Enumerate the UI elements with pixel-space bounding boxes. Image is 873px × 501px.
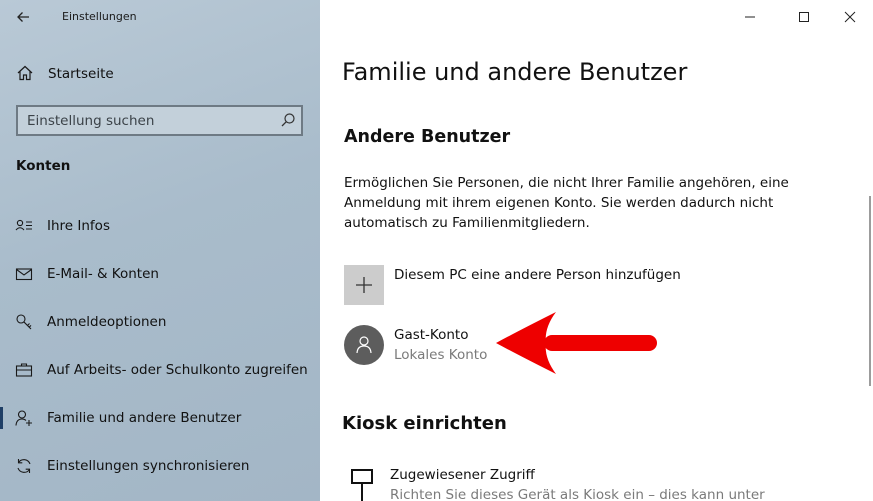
- app-title: Einstellungen: [62, 10, 137, 23]
- sync-icon: [15, 457, 33, 475]
- page-title: Familie und andere Benutzer: [342, 58, 688, 86]
- section-description: Ermöglichen Sie Personen, die nicht Ihre…: [344, 175, 789, 231]
- maximize-icon: [799, 12, 809, 22]
- title-bar: Einstellungen: [0, 0, 320, 34]
- sidebar-item-ihre-infos[interactable]: Ihre Infos: [0, 209, 320, 243]
- minimize-button[interactable]: [727, 0, 773, 34]
- search-input[interactable]: [18, 107, 268, 134]
- add-person-label: Diesem PC eine andere Person hinzufügen: [394, 267, 681, 283]
- home-icon: [16, 64, 34, 82]
- add-tile: [344, 265, 384, 305]
- assigned-access-item[interactable]: Zugewiesener Zugriff Richten Sie dieses …: [344, 462, 844, 501]
- sidebar-item-label: Familie und andere Benutzer: [47, 410, 242, 426]
- home-label: Startseite: [48, 66, 114, 82]
- annotation-arrow-icon: [496, 312, 657, 374]
- guest-account-name: Gast-Konto: [394, 327, 469, 343]
- sidebar-section-title: Konten: [16, 158, 71, 174]
- selection-indicator: [0, 407, 3, 429]
- sidebar-item-synchronisieren[interactable]: Einstellungen synchronisieren: [0, 449, 320, 483]
- mail-icon: [15, 265, 33, 283]
- guest-account-type: Lokales Konto: [394, 347, 488, 363]
- sidebar-item-label: Auf Arbeits- oder Schulkonto zugreifen: [47, 362, 308, 378]
- briefcase-icon: [15, 361, 33, 379]
- user-icon: [356, 336, 372, 354]
- home-link[interactable]: Startseite: [0, 58, 320, 90]
- close-icon: [844, 11, 856, 23]
- section-title-kiosk: Kiosk einrichten: [342, 413, 507, 434]
- plus-icon: [356, 277, 372, 293]
- sidebar-item-anmeldeoptionen[interactable]: Anmeldeoptionen: [0, 305, 320, 339]
- sidebar-item-label: E-Mail- & Konten: [47, 266, 159, 282]
- kiosk-icon: [351, 469, 373, 501]
- sidebar-item-label: Ihre Infos: [47, 218, 110, 234]
- add-person-icon: [15, 409, 33, 427]
- assigned-access-label: Zugewiesener Zugriff: [390, 467, 535, 483]
- assigned-access-description: Richten Sie dieses Gerät als Kiosk ein –…: [390, 487, 765, 501]
- main-content: Familie und andere Benutzer Andere Benut…: [320, 0, 873, 501]
- sidebar-item-label: Anmeldeoptionen: [47, 314, 167, 330]
- close-button[interactable]: [827, 0, 873, 34]
- search-icon[interactable]: [280, 112, 296, 128]
- scrollbar[interactable]: [869, 196, 871, 386]
- back-arrow-icon: [17, 12, 29, 22]
- search-box[interactable]: [16, 105, 303, 136]
- sidebar-item-email-konten[interactable]: E-Mail- & Konten: [0, 257, 320, 291]
- back-button[interactable]: [12, 6, 36, 28]
- key-icon: [15, 313, 33, 331]
- sidebar: Einstellungen Startseite Konten Ih: [0, 0, 320, 501]
- sidebar-item-arbeitskonto[interactable]: Auf Arbeits- oder Schulkonto zugreifen: [0, 353, 320, 387]
- maximize-button[interactable]: [781, 0, 827, 34]
- minimize-icon: [745, 16, 755, 18]
- avatar: [344, 325, 384, 365]
- sidebar-item-familie[interactable]: Familie und andere Benutzer: [0, 401, 320, 435]
- add-person-button[interactable]: Diesem PC eine andere Person hinzufügen: [344, 265, 764, 305]
- person-card-icon: [15, 217, 33, 235]
- sidebar-item-label: Einstellungen synchronisieren: [47, 458, 250, 474]
- section-title-andere-benutzer: Andere Benutzer: [344, 127, 511, 147]
